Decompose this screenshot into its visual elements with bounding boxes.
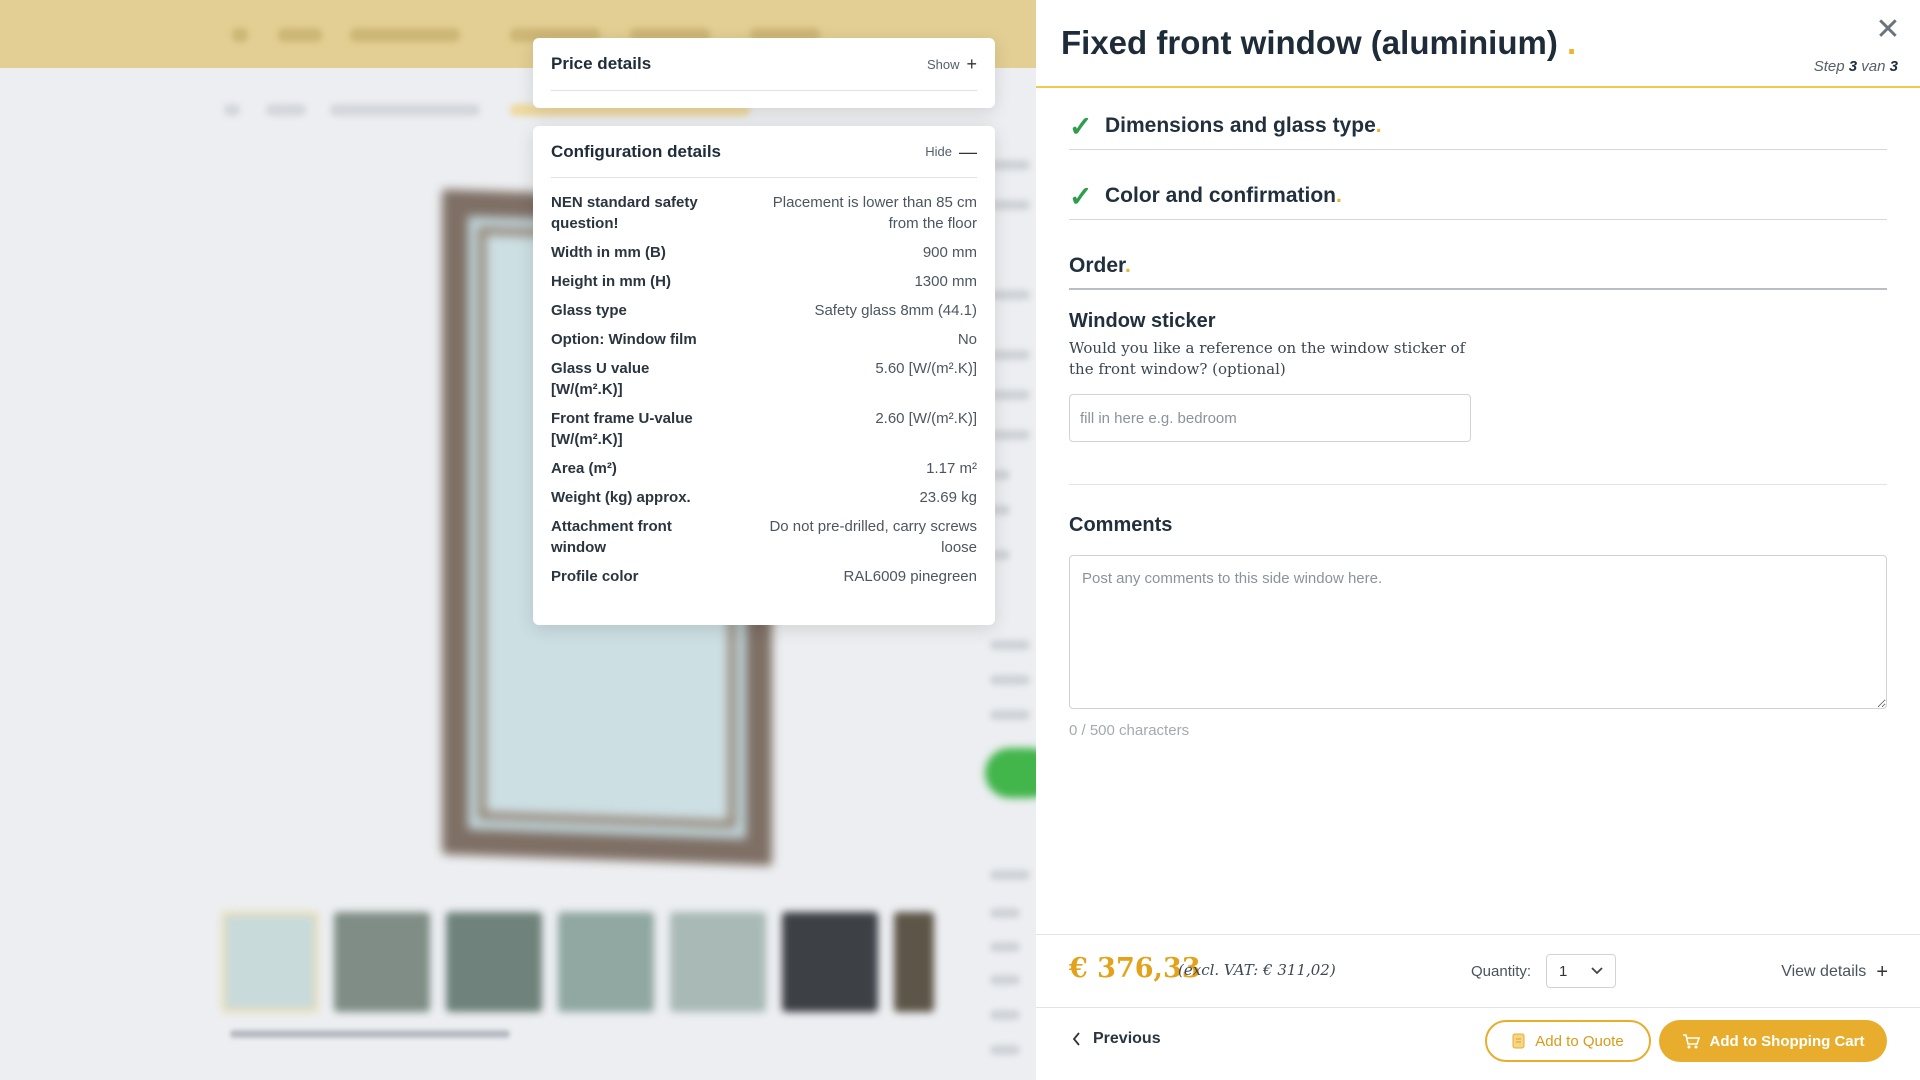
configuration-details-title: Configuration details xyxy=(551,141,721,161)
price-details-show-toggle[interactable]: Show + xyxy=(927,55,977,73)
price-details-header: Price details Show + xyxy=(551,38,977,91)
add-to-cart-button[interactable]: Add to Shopping Cart xyxy=(1659,1020,1887,1062)
spec-value: 23.69 kg xyxy=(919,489,977,506)
product-title-text: Fixed front window (aluminium) xyxy=(1061,24,1558,61)
chevron-left-icon xyxy=(1072,1032,1080,1046)
configuration-details-card: Configuration details Hide — NEN standar… xyxy=(533,126,995,625)
spec-value: No xyxy=(957,331,977,348)
spec-row: Width in mm (B) 900 mm xyxy=(551,242,977,263)
section-title-text: Dimensions and glass type xyxy=(1105,114,1376,137)
section-dot: . xyxy=(1125,254,1131,277)
section-title-text: Color and confirmation xyxy=(1105,184,1336,207)
spec-row: Attachment front window Do not pre-drill… xyxy=(551,516,977,558)
title-dot: . xyxy=(1566,24,1577,61)
background-green-button xyxy=(985,748,1036,798)
step-current: 3 xyxy=(1848,58,1858,75)
spec-row: Height in mm (H) 1300 mm xyxy=(551,271,977,292)
spec-row: Front frame U-value [W/(m².K)] 2.60 [W/(… xyxy=(551,408,977,450)
quantity-label: Quantity: xyxy=(1471,963,1532,980)
step-middle: van xyxy=(1861,58,1886,75)
quantity-select[interactable]: 1 xyxy=(1546,954,1616,988)
view-details-toggle[interactable]: View details + xyxy=(1781,962,1888,982)
step-prefix: Step xyxy=(1813,58,1845,75)
price-details-title: Price details xyxy=(551,54,652,73)
spec-value: 1.17 m² xyxy=(926,460,977,477)
configurator-side-panel: Fixed front window (aluminium) . ✕ Step … xyxy=(1036,0,1920,1080)
spec-value: Placement is lower than 85 cm from the f… xyxy=(772,194,977,232)
spec-value: RAL6009 pinegreen xyxy=(843,568,977,585)
section-dot: . xyxy=(1375,114,1382,137)
plus-icon: + xyxy=(1876,961,1888,983)
window-sticker-label: Window sticker xyxy=(1069,310,1216,332)
section-dot: . xyxy=(1336,184,1342,207)
section-dimensions-glass[interactable]: ✓ Dimensions and glass type. xyxy=(1069,104,1887,150)
hide-label: Hide xyxy=(925,144,952,159)
comments-textarea[interactable] xyxy=(1069,555,1887,709)
spec-label: Area (m²) xyxy=(551,460,617,477)
spec-row: NEN standard safety question! Placement … xyxy=(551,192,977,234)
checkmark-icon: ✓ xyxy=(1069,180,1093,212)
price-details-card: Price details Show + xyxy=(533,38,995,108)
close-icon[interactable]: ✕ xyxy=(1874,15,1902,45)
quantity-value: 1 xyxy=(1559,962,1568,980)
spec-value: 900 mm xyxy=(922,244,977,261)
configuration-spec-list: NEN standard safety question! Placement … xyxy=(551,192,977,587)
spec-label: Weight (kg) approx. xyxy=(551,489,691,506)
window-sticker-input[interactable] xyxy=(1069,394,1471,442)
spec-label: Height in mm (H) xyxy=(551,273,671,290)
price-bar: € 376,33 (excl. VAT: € 311,02) Quantity:… xyxy=(1036,934,1920,1008)
show-label: Show xyxy=(926,56,960,72)
product-title: Fixed front window (aluminium) . xyxy=(1061,24,1576,62)
previous-button[interactable]: Previous xyxy=(1072,1030,1161,1048)
step-indicator: Step 3 van 3 xyxy=(1814,58,1898,75)
checkmark-icon: ✓ xyxy=(1069,110,1093,142)
spec-value: 5.60 [W/(m².K)] xyxy=(875,360,977,377)
price-excl-vat: (excl. VAT: € 311,02) xyxy=(1178,961,1336,979)
chevron-down-icon xyxy=(1591,967,1603,975)
step-total: 3 xyxy=(1889,58,1898,75)
spec-row: Glass type Safety glass 8mm (44.1) xyxy=(551,300,977,321)
spec-label: Glass U value [W/(m².K)] xyxy=(551,360,650,398)
plus-icon: + xyxy=(966,54,977,74)
previous-label: Previous xyxy=(1093,1030,1161,1047)
spec-row: Glass U value [W/(m².K)] 5.60 [W/(m².K)] xyxy=(551,358,977,400)
background-thumbnail-strip xyxy=(222,912,942,1012)
minus-icon: — xyxy=(959,141,977,162)
character-counter: 0 / 500 characters xyxy=(1069,722,1190,739)
background-thumbnail-scrollbar xyxy=(230,1030,510,1038)
spec-value: 2.60 [W/(m².K)] xyxy=(875,410,977,427)
spec-row: Weight (kg) approx. 23.69 kg xyxy=(551,487,977,508)
spec-row: Area (m²) 1.17 m² xyxy=(551,458,977,479)
quote-document-icon xyxy=(1512,1033,1525,1049)
configuration-details-header: Configuration details Hide — xyxy=(551,126,977,178)
view-details-label: View details xyxy=(1781,963,1867,980)
shopping-cart-icon xyxy=(1682,1034,1700,1049)
spec-value: Do not pre-drilled, carry screws loose xyxy=(769,518,977,556)
spec-label: Attachment front window xyxy=(551,518,672,556)
configuration-details-hide-toggle[interactable]: Hide — xyxy=(925,143,977,161)
spec-label: Front frame U-value [W/(m².K)] xyxy=(551,410,693,448)
add-to-quote-label: Add to Quote xyxy=(1535,1032,1624,1050)
spec-label: Option: Window film xyxy=(551,331,697,348)
section-color-confirmation[interactable]: ✓ Color and confirmation. xyxy=(1069,174,1887,220)
spec-label: Width in mm (B) xyxy=(551,244,666,261)
spec-value: Safety glass 8mm (44.1) xyxy=(814,302,977,319)
spec-label: Profile color xyxy=(551,568,639,585)
spec-value: 1300 mm xyxy=(914,273,977,290)
panel-header: Fixed front window (aluminium) . ✕ Step … xyxy=(1036,0,1920,88)
section-title: Order. xyxy=(1069,254,1131,278)
add-to-quote-button[interactable]: Add to Quote xyxy=(1485,1020,1651,1062)
section-title-text: Order xyxy=(1069,254,1126,277)
add-to-cart-label: Add to Shopping Cart xyxy=(1709,1032,1865,1050)
section-title: Dimensions and glass type. xyxy=(1105,114,1382,138)
section-order: Order. xyxy=(1069,244,1887,290)
spec-row: Profile color RAL6009 pinegreen xyxy=(551,566,977,587)
section-title: Color and confirmation. xyxy=(1105,184,1342,208)
window-sticker-description: Would you like a reference on the window… xyxy=(1069,339,1466,378)
spec-label: NEN standard safety question! xyxy=(551,194,698,232)
comments-label: Comments xyxy=(1069,514,1173,536)
divider xyxy=(1069,484,1887,485)
spec-label: Glass type xyxy=(551,302,627,319)
spec-row: Option: Window film No xyxy=(551,329,977,350)
